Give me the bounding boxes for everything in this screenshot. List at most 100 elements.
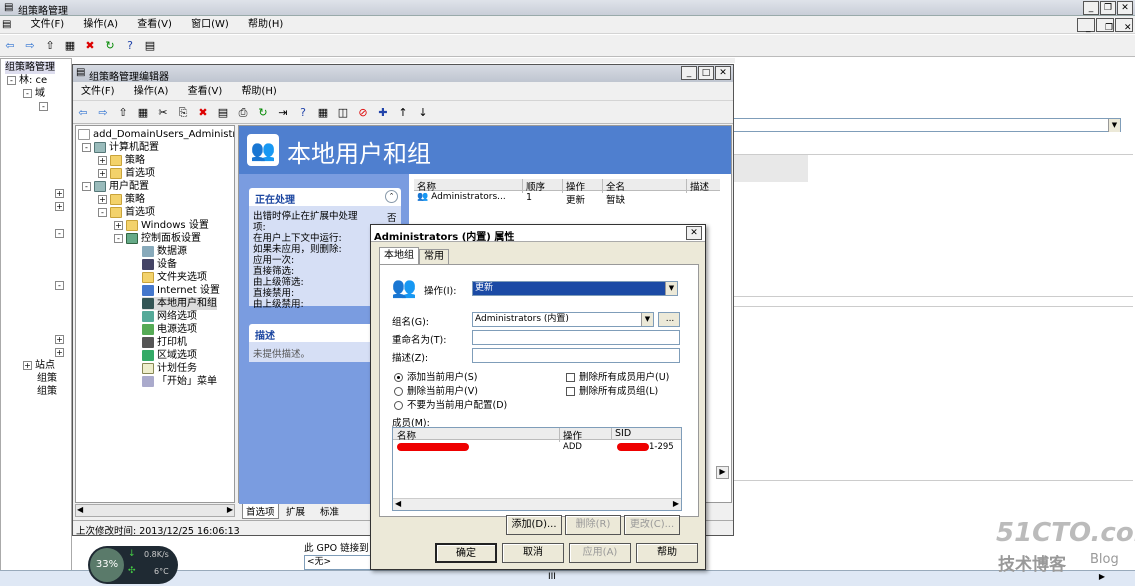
sites-item[interactable]: 站点	[35, 360, 55, 371]
tab-local-group[interactable]: 本地组	[379, 247, 419, 264]
scroll-left-icon[interactable]: ◀	[77, 505, 83, 514]
group-name-select[interactable]: Administrators (内置) ▼	[472, 312, 654, 327]
tree-prefs-2[interactable]: 首选项	[125, 207, 155, 218]
tab-extend[interactable]: 扩展	[286, 504, 305, 518]
close-icon[interactable]: ✕	[715, 66, 731, 80]
members-list[interactable]: 名称 操作 SID ADD 1-295 ◀ ▶	[392, 427, 682, 511]
help-button[interactable]: 帮助	[636, 543, 698, 563]
tree-hscroll[interactable]: ◀ ▶	[75, 504, 235, 517]
menu-help[interactable]: 帮助(H)	[240, 16, 291, 34]
scroll-right-icon[interactable]: ▶	[1099, 572, 1105, 581]
table-row[interactable]: 👥 Administrators... 1 更新 暂缺	[414, 192, 720, 206]
col-description[interactable]: 描述	[686, 179, 709, 193]
radio-remove-current[interactable]: 删除当前用户(V)	[394, 383, 478, 397]
restore-icon[interactable]: ❐	[1100, 1, 1116, 15]
tree-scheduled-tasks[interactable]: 计划任务	[157, 363, 197, 374]
remove-member-button[interactable]: 删除(R)	[565, 515, 621, 535]
action-select[interactable]: 更新 ▼	[472, 281, 678, 296]
col-action[interactable]: 操作	[562, 179, 585, 193]
editor-menu-help[interactable]: 帮助(H)	[233, 83, 284, 101]
tree-user-config[interactable]: 用户配置	[109, 181, 149, 192]
tree-computer-config[interactable]: 计算机配置	[109, 142, 159, 153]
tree-devices[interactable]: 设备	[157, 259, 177, 270]
back-icon[interactable]: ⇦	[2, 38, 18, 54]
tree-control-panel[interactable]: 控制面板设置	[141, 233, 201, 244]
editor-menu-view[interactable]: 查看(V)	[180, 83, 231, 101]
minimize-icon[interactable]: _	[1077, 18, 1095, 33]
menu-file[interactable]: 文件(F)	[23, 16, 73, 34]
close-icon[interactable]: ✕	[1115, 18, 1133, 33]
col-name[interactable]: 名称	[397, 428, 416, 442]
back-icon[interactable]: ⇦	[75, 105, 91, 121]
col-order[interactable]: 顺序	[522, 179, 545, 193]
help-icon[interactable]: ?	[295, 105, 311, 121]
scroll-left-icon[interactable]: ◀	[395, 499, 401, 508]
tree-local-users-groups[interactable]: 本地用户和组	[157, 298, 217, 309]
gpm-item-b[interactable]: 组策	[37, 386, 57, 397]
tree-policies-2[interactable]: 策略	[125, 194, 145, 205]
check-delete-users[interactable]: 删除所有成员用户(U)	[566, 369, 669, 383]
ok-button[interactable]: 确定	[435, 543, 497, 563]
menu-window[interactable]: 窗口(W)	[183, 16, 237, 34]
properties-icon[interactable]: ▤	[142, 38, 158, 54]
cut-icon[interactable]: ✂	[155, 105, 171, 121]
refresh-icon[interactable]: ↻	[255, 105, 271, 121]
add-member-button[interactable]: 添加(D)...	[506, 515, 562, 535]
tree-windows-settings[interactable]: Windows 设置	[141, 220, 209, 231]
description-input[interactable]	[472, 348, 680, 363]
col-action[interactable]: 操作	[559, 428, 582, 442]
gpm-item-a[interactable]: 组策	[37, 373, 57, 384]
delete-icon[interactable]: ✖	[82, 38, 98, 54]
scope-dropdown[interactable]: ▼	[733, 118, 1121, 132]
tree-network-options[interactable]: 网络选项	[157, 311, 197, 322]
restore-icon[interactable]: ❐	[1096, 18, 1114, 33]
help-icon[interactable]: ?	[122, 38, 138, 54]
properties-icon[interactable]: ▤	[215, 105, 231, 121]
gpm-root[interactable]: 组策略管理	[5, 62, 55, 73]
tree-prefs-1[interactable]: 首选项	[125, 168, 155, 179]
print-icon[interactable]: ⎙	[235, 105, 251, 121]
change-member-button[interactable]: 更改(C)...	[624, 515, 680, 535]
minimize-icon[interactable]: _	[1083, 1, 1099, 15]
refresh-icon[interactable]: ↻	[102, 38, 118, 54]
minimize-icon[interactable]: _	[681, 66, 697, 80]
chevron-down-icon[interactable]: ▼	[665, 282, 677, 295]
tab-standard[interactable]: 标准	[320, 504, 339, 518]
col-name[interactable]: 名称	[417, 179, 436, 193]
chevron-down-icon[interactable]: ▼	[641, 313, 653, 326]
show-tree-icon[interactable]: ▦	[135, 105, 151, 121]
show-tree-icon[interactable]: ▦	[62, 38, 78, 54]
editor-menu-action[interactable]: 操作(A)	[126, 83, 177, 101]
tree-data-sources[interactable]: 数据源	[157, 246, 187, 257]
tree-regional-options[interactable]: 区域选项	[157, 350, 197, 361]
browse-button[interactable]: ...	[658, 312, 680, 327]
menu-view[interactable]: 查看(V)	[129, 16, 180, 34]
delete-icon[interactable]: ✖	[195, 105, 211, 121]
tree-printers[interactable]: 打印机	[157, 337, 187, 348]
collapse-icon[interactable]: ⌃	[385, 190, 398, 203]
tree-policies-1[interactable]: 策略	[125, 155, 145, 166]
view-icon[interactable]: ▦	[315, 105, 331, 121]
chevron-down-icon[interactable]: ▼	[1108, 119, 1120, 132]
up-icon[interactable]: ⇧	[42, 38, 58, 54]
tree-power-options[interactable]: 电源选项	[157, 324, 197, 335]
close-icon[interactable]: ✕	[1117, 1, 1133, 15]
tree-internet-settings[interactable]: Internet 设置	[157, 285, 220, 296]
radio-do-not-configure[interactable]: 不要为当前用户配置(D)	[394, 397, 507, 411]
scroll-right-icon[interactable]: ▶	[673, 499, 679, 508]
move-up-icon[interactable]: ↑	[395, 105, 411, 121]
tab-extended[interactable]: 首选项	[242, 504, 279, 519]
stop-icon[interactable]: ⊘	[355, 105, 371, 121]
editor-menu-file[interactable]: 文件(F)	[73, 83, 123, 101]
check-delete-groups[interactable]: 删除所有成员组(L)	[566, 383, 658, 397]
forward-icon[interactable]: ⇨	[95, 105, 111, 121]
copy-icon[interactable]: ⎘	[175, 105, 191, 121]
menu-action[interactable]: 操作(A)	[75, 16, 126, 34]
up-icon[interactable]: ⇧	[115, 105, 131, 121]
new-icon[interactable]: ◫	[335, 105, 351, 121]
forest-item[interactable]: 林: ce	[19, 75, 47, 86]
radio-add-current[interactable]: 添加当前用户(S)	[394, 369, 477, 383]
tab-common[interactable]: 常用	[419, 249, 449, 264]
tree-start-menu[interactable]: 「开始」菜单	[157, 376, 217, 387]
rename-input[interactable]	[472, 330, 680, 345]
